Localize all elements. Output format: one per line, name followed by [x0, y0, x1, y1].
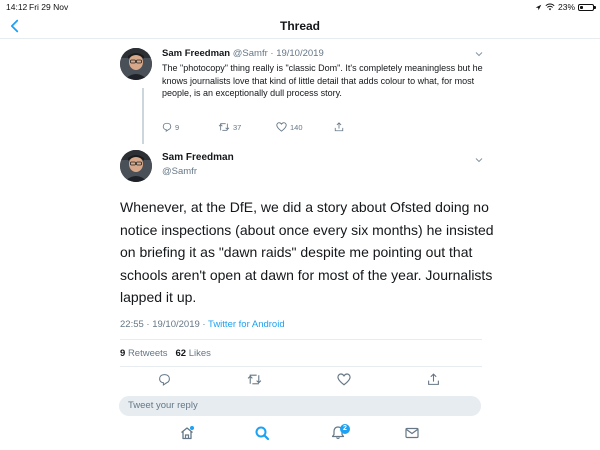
tweet-stats: 9 Retweets 62 Likes	[120, 348, 211, 359]
retweet-action[interactable]: 37	[218, 122, 276, 132]
tweet-metadata: 22:55 · 19/10/2019 · Twitter for Android	[120, 319, 285, 330]
retweets-stat-count: 9	[120, 348, 126, 359]
divider	[120, 366, 482, 367]
location-icon	[535, 4, 542, 10]
author-name[interactable]: Sam Freedman	[162, 48, 230, 59]
like-count: 140	[290, 122, 303, 132]
focused-tweet-actions	[158, 373, 440, 386]
avatar[interactable]	[120, 48, 152, 80]
reply-icon	[162, 122, 172, 132]
author-handle[interactable]: @Samfr	[162, 166, 197, 177]
focused-tweet-text: Whenever, at the DfE, we did a story abo…	[120, 199, 494, 305]
reply-action[interactable]: 9	[162, 122, 218, 132]
likes-stat-label: Likes	[188, 348, 211, 359]
divider	[120, 339, 482, 340]
status-bar: 14:12 Fri 29 Nov 23%	[0, 0, 600, 14]
likes-stat[interactable]: 62 Likes	[175, 348, 210, 359]
thread-connector-line	[142, 88, 144, 144]
share-icon	[334, 122, 344, 132]
parent-tweet-actions: 9 37 140	[162, 122, 344, 132]
retweets-stat-label: Retweets	[127, 348, 168, 359]
home-new-content-dot	[190, 426, 194, 430]
retweet-count: 37	[233, 122, 242, 132]
likes-stat-count: 62	[175, 348, 187, 359]
heart-icon[interactable]	[337, 373, 351, 386]
like-action[interactable]: 140	[276, 122, 334, 132]
parent-tweet-header: Sam Freedman @Samfr · 19/10/2019	[162, 48, 324, 59]
retweet-icon[interactable]	[247, 373, 262, 386]
avatar[interactable]	[120, 150, 152, 182]
tweet-source-link[interactable]: Twitter for Android	[208, 319, 285, 330]
reply-input[interactable]: Tweet your reply	[119, 396, 481, 416]
status-right: 23%	[535, 2, 596, 12]
author-name[interactable]: Sam Freedman	[162, 152, 234, 163]
nav-bar: Thread	[0, 14, 600, 39]
battery-icon	[578, 3, 596, 11]
share-action[interactable]	[334, 122, 344, 132]
tweet-timestamp: 22:55 · 19/10/2019 ·	[120, 319, 209, 330]
chevron-down-icon[interactable]	[474, 50, 484, 58]
search-icon[interactable]	[254, 425, 270, 441]
share-icon[interactable]	[427, 373, 440, 386]
avatar-photo	[120, 48, 152, 80]
notification-badge: 2	[340, 424, 350, 434]
author-handle-date: @Samfr · 19/10/2019	[232, 48, 324, 59]
status-date: Fri 29 Nov	[29, 2, 69, 12]
messages-icon[interactable]	[404, 425, 420, 441]
reply-icon[interactable]	[158, 373, 171, 386]
tab-bar	[0, 420, 600, 450]
battery-percent: 23%	[557, 2, 575, 12]
heart-icon	[276, 122, 287, 132]
retweet-icon	[218, 123, 230, 131]
parent-tweet-text: The "photocopy" thing really is "classic…	[162, 63, 483, 98]
wifi-icon	[545, 3, 555, 11]
avatar-photo	[120, 150, 152, 182]
status-time: 14:12	[6, 2, 28, 12]
page-title: Thread	[279, 19, 320, 33]
retweets-stat[interactable]: 9 Retweets	[120, 348, 168, 359]
chevron-down-icon[interactable]	[474, 156, 484, 164]
reply-count: 9	[175, 122, 180, 132]
